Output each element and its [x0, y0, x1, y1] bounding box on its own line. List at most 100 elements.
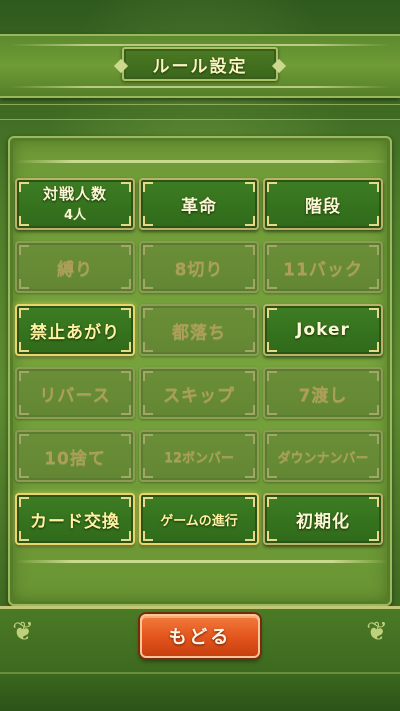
- corner-ornament-icon: [369, 405, 379, 415]
- option-button-kakumei[interactable]: 革命: [139, 178, 259, 230]
- corner-ornament-icon: [19, 405, 29, 415]
- corner-ornament-icon: [369, 434, 379, 444]
- corner-ornament-icon: [143, 531, 153, 541]
- corner-ornament-icon: [245, 531, 255, 541]
- corner-ornament-icon: [19, 342, 29, 352]
- corner-ornament-icon: [369, 497, 379, 507]
- corner-ornament-icon: [121, 216, 131, 226]
- option-label: カード交換: [30, 511, 120, 532]
- header-deco-line-bottom: [10, 86, 390, 88]
- option-label: 12ボンバー: [163, 450, 235, 466]
- corner-ornament-icon: [369, 182, 379, 192]
- corner-ornament-icon: [121, 308, 131, 318]
- corner-ornament-icon: [19, 434, 29, 444]
- corner-ornament-icon: [19, 468, 29, 478]
- corner-ornament-icon: [369, 216, 379, 226]
- corner-ornament-icon: [245, 279, 255, 289]
- option-button-10sute[interactable]: 10捨て: [15, 430, 135, 482]
- corner-ornament-icon: [245, 371, 255, 381]
- corner-ornament-icon: [267, 371, 277, 381]
- corner-ornament-icon: [143, 245, 153, 255]
- corner-ornament-icon: [121, 468, 131, 478]
- corner-ornament-icon: [121, 531, 131, 541]
- corner-ornament-icon: [267, 245, 277, 255]
- corner-ornament-icon: [267, 182, 277, 192]
- corner-ornament-icon: [267, 342, 277, 352]
- option-label: ゲームの進行: [160, 513, 238, 529]
- option-label: 都落ち: [172, 322, 226, 343]
- options-grid: 対戦人数 4人 革命 階段縛り 8切り 11バック禁止あがり 都落ち Joker リバース スキッ…: [15, 178, 385, 545]
- option-label: 初期化: [296, 511, 350, 532]
- option-label: 7渡し: [298, 385, 348, 406]
- corner-ornament-icon: [121, 245, 131, 255]
- option-button-11back[interactable]: 11バック: [263, 241, 383, 293]
- corner-ornament-icon: [121, 405, 131, 415]
- option-button-skip[interactable]: スキップ: [139, 367, 259, 419]
- option-label: 対戦人数: [42, 184, 107, 203]
- option-button-reverse[interactable]: リバース: [15, 367, 135, 419]
- option-button-12bomber[interactable]: 12ボンバー: [139, 430, 259, 482]
- corner-ornament-icon: [245, 245, 255, 255]
- title-plate: ルール設定: [122, 47, 278, 81]
- option-button-kaidan[interactable]: 階段: [263, 178, 383, 230]
- rule-settings-screen: ルール設定 対戦人数 4人 革命 階段縛り 8切り 11バック禁止あがり 都落ち Joker リ…: [0, 0, 400, 711]
- option-button-7watashi[interactable]: 7渡し: [263, 367, 383, 419]
- option-label: Joker: [296, 320, 350, 340]
- right-flourish-icon: ❦: [366, 617, 388, 647]
- option-button-8giri[interactable]: 8切り: [139, 241, 259, 293]
- corner-ornament-icon: [267, 497, 277, 507]
- corner-ornament-icon: [143, 342, 153, 352]
- corner-ornament-icon: [143, 308, 153, 318]
- corner-ornament-icon: [143, 182, 153, 192]
- corner-ornament-icon: [267, 308, 277, 318]
- corner-ornament-icon: [19, 308, 29, 318]
- corner-ornament-icon: [245, 405, 255, 415]
- corner-ornament-icon: [19, 245, 29, 255]
- corner-ornament-icon: [143, 434, 153, 444]
- corner-ornament-icon: [369, 245, 379, 255]
- left-flourish-icon: ❦: [12, 617, 34, 647]
- option-button-down[interactable]: ダウンナンバー: [263, 430, 383, 482]
- option-button-game_shinkou[interactable]: ゲームの進行: [139, 493, 259, 545]
- corner-ornament-icon: [19, 497, 29, 507]
- option-label: 階段: [305, 196, 341, 217]
- option-label: ダウンナンバー: [277, 450, 369, 466]
- corner-ornament-icon: [369, 308, 379, 318]
- corner-ornament-icon: [267, 434, 277, 444]
- option-label: 10捨て: [44, 448, 106, 469]
- corner-ornament-icon: [369, 468, 379, 478]
- corner-ornament-icon: [121, 434, 131, 444]
- corner-ornament-icon: [121, 182, 131, 192]
- corner-ornament-icon: [369, 531, 379, 541]
- corner-ornament-icon: [19, 371, 29, 381]
- corner-ornament-icon: [19, 182, 29, 192]
- option-button-shokika[interactable]: 初期化: [263, 493, 383, 545]
- option-label: リバース: [39, 385, 111, 406]
- corner-ornament-icon: [267, 468, 277, 478]
- option-button-kinshi[interactable]: 禁止あがり: [15, 304, 135, 356]
- option-button-taisen[interactable]: 対戦人数 4人: [15, 178, 135, 230]
- corner-ornament-icon: [245, 216, 255, 226]
- option-label: スキップ: [163, 385, 235, 406]
- option-button-card_koukan[interactable]: カード交換: [15, 493, 135, 545]
- corner-ornament-icon: [19, 279, 29, 289]
- corner-ornament-icon: [143, 279, 153, 289]
- back-button[interactable]: もどる: [140, 614, 260, 658]
- option-button-shibari[interactable]: 縛り: [15, 241, 135, 293]
- corner-ornament-icon: [369, 279, 379, 289]
- corner-ornament-icon: [267, 279, 277, 289]
- option-value: 4人: [63, 207, 87, 223]
- option-label: 縛り: [57, 259, 93, 280]
- panel-divider-bottom: [16, 560, 388, 563]
- option-label: 11バック: [283, 259, 363, 280]
- corner-ornament-icon: [245, 182, 255, 192]
- page-title: ルール設定: [152, 56, 248, 77]
- corner-ornament-icon: [143, 216, 153, 226]
- option-button-miyako[interactable]: 都落ち: [139, 304, 259, 356]
- corner-ornament-icon: [267, 405, 277, 415]
- option-button-joker[interactable]: Joker: [263, 304, 383, 356]
- corner-ornament-icon: [143, 371, 153, 381]
- corner-ornament-icon: [369, 342, 379, 352]
- header-deco-line-top: [10, 44, 390, 46]
- option-label: 8切り: [174, 259, 224, 280]
